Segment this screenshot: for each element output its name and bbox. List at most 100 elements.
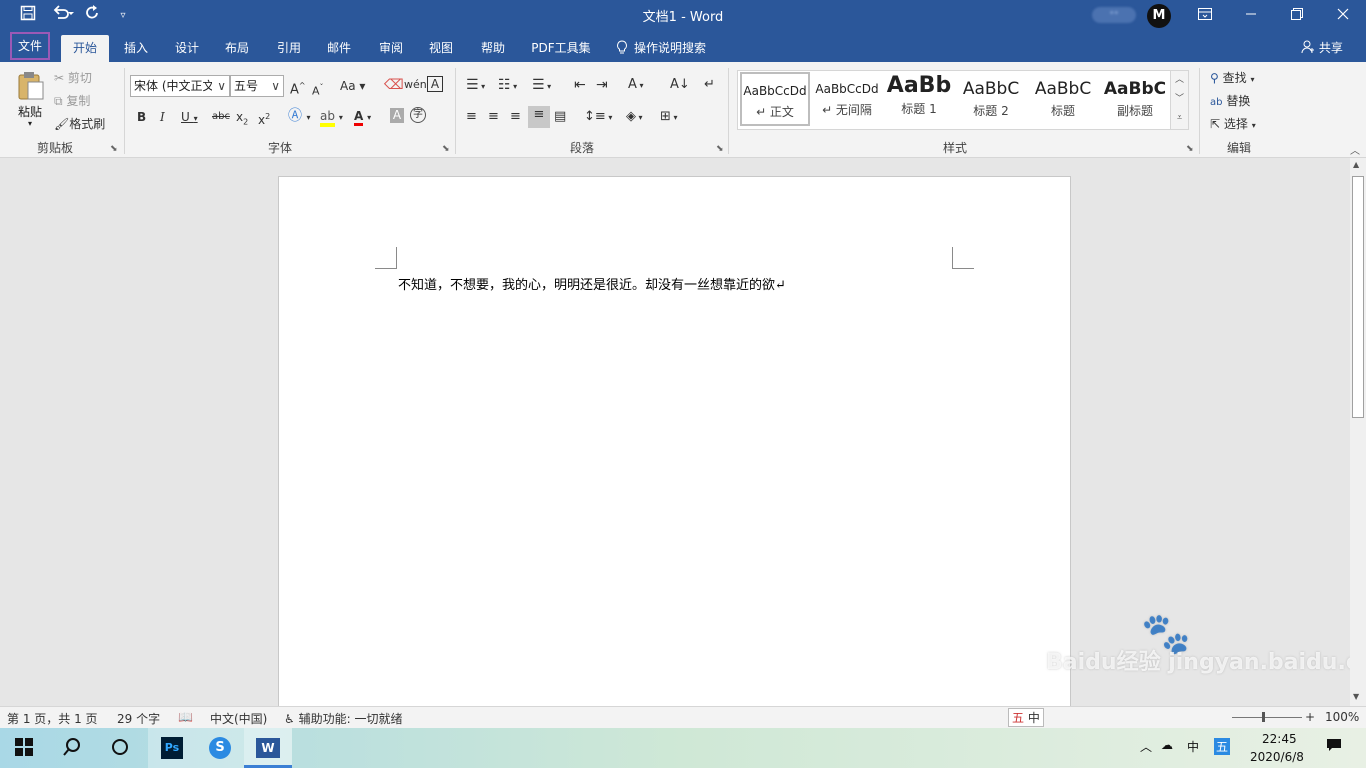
account-name[interactable]: **	[1092, 7, 1136, 23]
clock-date[interactable]: 2020/6/8	[1250, 750, 1304, 764]
font-color-icon[interactable]: A ▾	[354, 107, 371, 127]
strikethrough-icon[interactable]: abc	[212, 108, 230, 126]
proofing-icon[interactable]: 📖	[178, 710, 193, 724]
justify-icon[interactable]: ≡	[528, 106, 550, 128]
chevron-up-icon[interactable]: ︿	[1171, 71, 1188, 90]
tab-review[interactable]: 审阅	[370, 35, 412, 62]
clipboard-launcher-icon[interactable]: ⬊	[110, 144, 118, 154]
zoom-slider[interactable]	[1232, 717, 1302, 718]
decrease-indent-icon[interactable]: ⇤	[574, 76, 586, 94]
paste-button[interactable]: 粘贴 ▾	[14, 70, 46, 130]
character-border-icon[interactable]: A	[427, 76, 443, 92]
distributed-icon[interactable]: ▤	[554, 108, 566, 126]
italic-icon[interactable]: I	[160, 108, 165, 126]
borders-icon[interactable]: ⊞ ▾	[660, 108, 677, 127]
underline-icon[interactable]: U ▾	[181, 108, 198, 128]
copy-button[interactable]: ⧉ 复制	[54, 92, 90, 110]
document-page[interactable]: 不知道，不想要，我的心，明明还是很近。却没有一丝想靠近的欲↵	[278, 176, 1071, 716]
paste-dropdown-icon[interactable]: ▾	[14, 120, 46, 128]
cut-button[interactable]: ✂ 剪切	[54, 69, 92, 87]
style-title[interactable]: AaBbC 标题	[1028, 72, 1098, 126]
tell-me-search[interactable]: 操作说明搜索	[616, 35, 726, 62]
styles-scroll[interactable]: ︿ ﹀ ⩡	[1170, 71, 1188, 129]
styles-launcher-icon[interactable]: ⬊	[1186, 144, 1194, 154]
enclose-characters-icon[interactable]: 字	[410, 107, 426, 123]
chinese-layout-icon[interactable]: A ▾	[628, 76, 643, 95]
multilevel-list-icon[interactable]: ☰ ▾	[532, 76, 551, 96]
bullets-icon[interactable]: ☰ ▾	[466, 76, 485, 96]
word-app-icon[interactable]: W	[244, 728, 292, 768]
photoshop-icon[interactable]: Ps	[148, 728, 196, 768]
scroll-up-icon[interactable]: ▲	[1353, 160, 1359, 169]
zoom-in-icon[interactable]: +	[1305, 710, 1315, 724]
ime-name-tray[interactable]: 五	[1214, 738, 1231, 755]
document-text[interactable]: 不知道，不想要，我的心，明明还是很近。却没有一丝想靠近的欲↵	[398, 274, 786, 293]
minimize-icon[interactable]	[1228, 0, 1274, 32]
tab-insert[interactable]: 插入	[115, 35, 157, 62]
tab-view[interactable]: 视图	[420, 35, 462, 62]
character-shading-icon[interactable]: A	[390, 108, 404, 123]
tray-chevron-up-icon[interactable]: ︿	[1140, 738, 1152, 755]
restore-icon[interactable]	[1274, 0, 1320, 32]
replace-button[interactable]: ab 替换	[1210, 92, 1250, 112]
align-center-icon[interactable]: ≡	[488, 108, 499, 126]
onedrive-icon[interactable]: ☁	[1161, 738, 1173, 752]
close-icon[interactable]	[1320, 0, 1366, 32]
align-right-icon[interactable]: ≡	[510, 108, 521, 126]
style-no-spacing[interactable]: AaBbCcDd ↵ 无间隔	[812, 72, 882, 126]
format-painter-button[interactable]: 🖌格式刷	[54, 115, 105, 133]
tab-help[interactable]: 帮助	[472, 35, 514, 62]
phonetic-guide-icon[interactable]: wén	[404, 76, 427, 94]
sort-icon[interactable]: A↓	[670, 76, 690, 94]
show-marks-icon[interactable]: ↵	[704, 76, 715, 94]
accessibility-status[interactable]: ♿ 辅助功能: 一切就绪	[284, 710, 402, 727]
tab-pdf-tools[interactable]: PDF工具集	[526, 35, 596, 62]
tab-layout[interactable]: 布局	[216, 35, 258, 62]
tab-references[interactable]: 引用	[268, 35, 310, 62]
language-status[interactable]: 中文(中国)	[210, 710, 267, 727]
avatar[interactable]: M	[1147, 4, 1171, 28]
tab-home[interactable]: 开始	[61, 35, 109, 62]
numbering-icon[interactable]: ☷ ▾	[498, 76, 517, 96]
zoom-level[interactable]: 100%	[1325, 710, 1359, 724]
select-button[interactable]: ⇱ 选择 ▾	[1210, 115, 1256, 135]
paragraph-launcher-icon[interactable]: ⬊	[716, 144, 724, 154]
sogou-browser-icon[interactable]: S	[196, 728, 244, 768]
clock-time[interactable]: 22:45	[1262, 732, 1297, 746]
align-left-icon[interactable]: ≡	[466, 108, 477, 126]
word-count[interactable]: 29 个字	[117, 710, 160, 727]
font-launcher-icon[interactable]: ⬊	[442, 144, 450, 154]
scroll-thumb[interactable]	[1352, 176, 1364, 418]
windows-start-icon[interactable]	[0, 728, 48, 768]
highlight-icon[interactable]: ab ▾	[320, 107, 343, 127]
clear-formatting-icon[interactable]: ⌫	[384, 76, 404, 94]
style-heading-1[interactable]: AaBb 标题 1	[884, 72, 954, 126]
subscript-icon[interactable]: x2	[236, 108, 248, 131]
superscript-icon[interactable]: x2	[258, 108, 270, 129]
shrink-font-icon[interactable]: Aˇ	[312, 79, 324, 101]
shading-icon[interactable]: ◈ ▾	[626, 108, 643, 127]
ime-toolbar[interactable]: 五 中	[1008, 708, 1044, 727]
font-size-combo[interactable]: 五号 ∨	[230, 75, 284, 97]
font-name-combo[interactable]: 宋体 (中文正文 ∨	[130, 75, 230, 97]
tab-design[interactable]: 设计	[166, 35, 208, 62]
line-spacing-icon[interactable]: ↕≡ ▾	[584, 108, 612, 127]
zoom-slider-thumb[interactable]	[1262, 712, 1265, 722]
more-styles-icon[interactable]: ⩡	[1171, 109, 1188, 128]
scroll-down-icon[interactable]: ▼	[1353, 692, 1359, 701]
style-subtitle[interactable]: AaBbC 副标题	[1100, 72, 1170, 126]
notifications-icon[interactable]	[1326, 738, 1342, 756]
ribbon-display-icon[interactable]	[1182, 0, 1228, 32]
collapse-ribbon-icon[interactable]: ︿	[1350, 142, 1360, 157]
change-case-icon[interactable]: Aa ▾	[340, 77, 365, 95]
find-button[interactable]: ⚲ 查找 ▾	[1210, 69, 1254, 89]
share-button[interactable]: 共享	[1294, 35, 1350, 62]
search-icon[interactable]	[48, 728, 96, 768]
ime-mode-tray[interactable]: 中	[1187, 738, 1199, 755]
style-normal[interactable]: AaBbCcDd ↵ 正文	[740, 72, 810, 126]
text-effects-icon[interactable]: Ⓐ ▾	[288, 107, 310, 127]
style-heading-2[interactable]: AaBbC 标题 2	[956, 72, 1026, 126]
page-count[interactable]: 第 1 页，共 1 页	[7, 710, 98, 727]
chevron-down-icon[interactable]: ﹀	[1171, 90, 1188, 109]
tab-mailings[interactable]: 邮件	[318, 35, 360, 62]
